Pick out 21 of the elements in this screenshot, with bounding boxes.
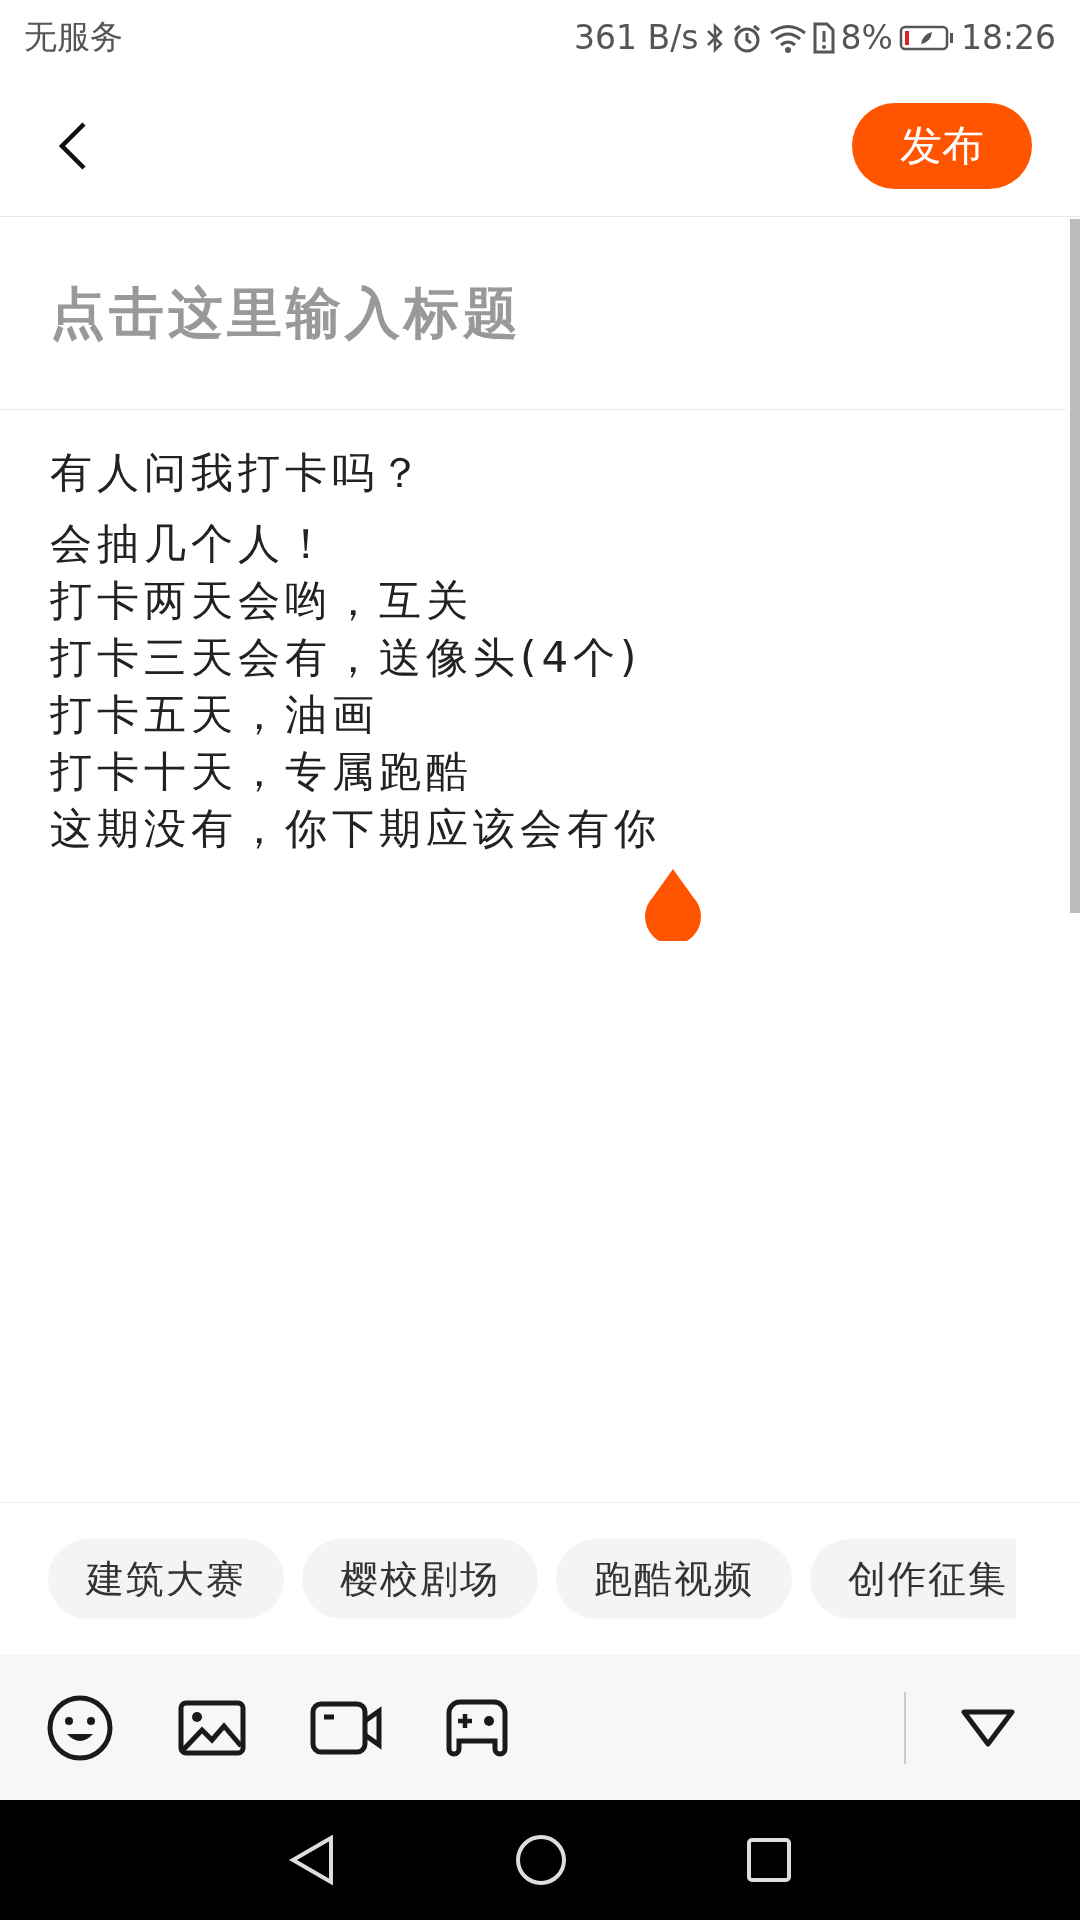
topic-chip[interactable]: 建筑大赛: [48, 1539, 284, 1619]
clock-time: 18:26: [960, 18, 1056, 57]
collapse-icon[interactable]: [960, 1707, 1016, 1748]
topic-chip[interactable]: 跑酷视频: [556, 1539, 792, 1619]
bluetooth-icon: [704, 21, 725, 54]
back-icon[interactable]: [289, 1835, 335, 1885]
video-camera-icon[interactable]: [310, 1700, 382, 1755]
topic-chip[interactable]: 创作征集: [810, 1539, 1016, 1619]
net-speed: 361 B/s: [574, 18, 699, 57]
topic-chip[interactable]: 樱校剧场: [302, 1539, 538, 1619]
battery-icon: [898, 23, 955, 52]
battery-percent: 8%: [840, 18, 893, 57]
image-icon[interactable]: [178, 1699, 246, 1756]
gamepad-icon[interactable]: [446, 1698, 508, 1757]
content-field[interactable]: 有人问我打卡吗？ 会抽几个人！ 打卡两天会哟，互关 打卡三天会有，送像头(4个) 打卡五天，油画 打卡十天，专属跑酷 这期没有，你下期应该会有你: [0, 410, 711, 857]
recents-icon[interactable]: [747, 1838, 791, 1882]
cursor-handle[interactable]: [643, 869, 703, 941]
sim-alert-icon: [812, 21, 835, 54]
carrier-text: 无服务: [24, 16, 123, 58]
emoji-icon[interactable]: [46, 1693, 114, 1762]
home-icon[interactable]: [515, 1834, 567, 1886]
